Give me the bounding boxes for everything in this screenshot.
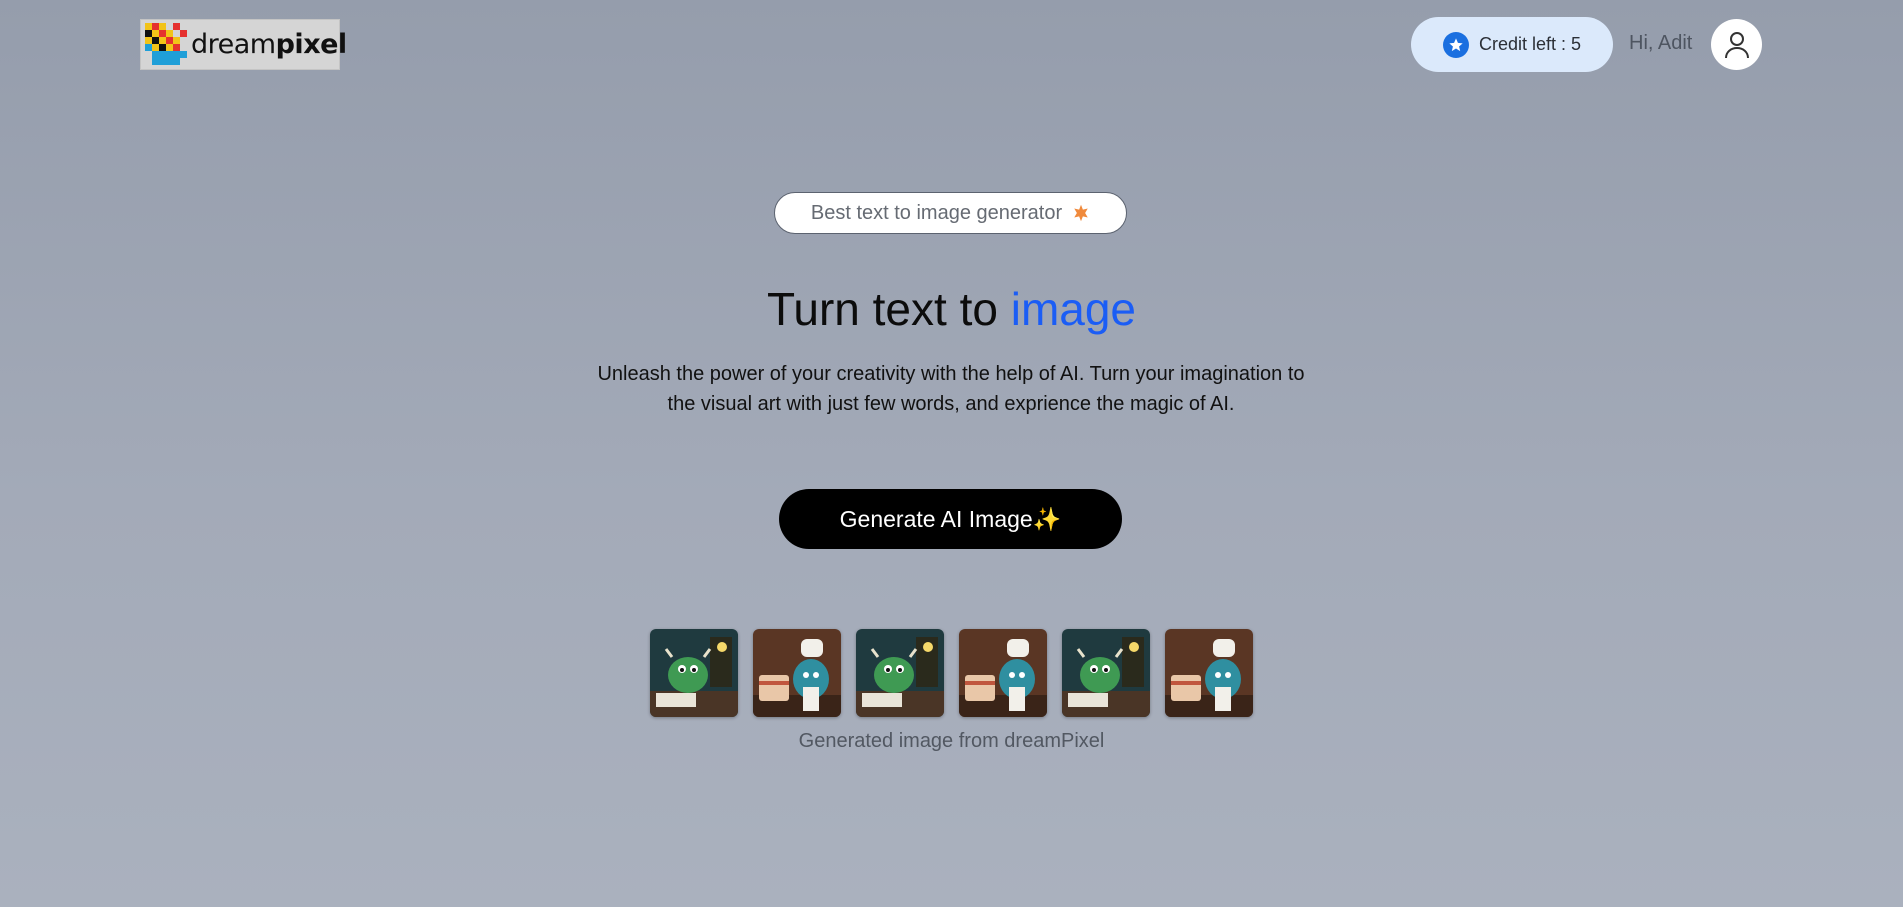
gallery-thumbnail[interactable] xyxy=(1165,629,1253,717)
user-greeting: Hi, Adit xyxy=(1629,32,1693,54)
hero-title: Turn text to image xyxy=(0,282,1903,336)
gallery-caption: Generated image from dreamPixel xyxy=(798,730,1105,752)
credits-label: Credit left : 5 xyxy=(1478,34,1582,54)
tagline-badge: Best text to image generator xyxy=(774,192,1127,234)
gallery-thumbnail[interactable] xyxy=(856,629,944,717)
gallery-thumbnail[interactable] xyxy=(650,629,738,717)
hero-description: Unleash the power of your creativity wit… xyxy=(597,363,1305,415)
hero-title-accent: image xyxy=(1010,283,1137,335)
sample-gallery xyxy=(650,629,1253,717)
star-icon xyxy=(1442,31,1469,58)
sparkle-icon xyxy=(1074,204,1088,222)
logo-text: dreampixel xyxy=(191,29,347,60)
user-avatar-button[interactable] xyxy=(1711,19,1762,70)
logo-mark-icon xyxy=(145,22,187,67)
gallery-thumbnail[interactable] xyxy=(1062,629,1150,717)
credits-button[interactable]: Credit left : 5 xyxy=(1411,17,1613,72)
brand-logo[interactable]: dreampixel xyxy=(140,19,347,70)
gallery-thumbnail[interactable] xyxy=(753,629,841,717)
gallery-thumbnail[interactable] xyxy=(959,629,1047,717)
hero-title-main: Turn text to xyxy=(766,283,998,335)
user-icon xyxy=(1724,31,1749,58)
generate-image-button[interactable]: Generate AI Image✨ xyxy=(779,489,1122,549)
tagline-text: Best text to image generator xyxy=(810,201,1063,224)
